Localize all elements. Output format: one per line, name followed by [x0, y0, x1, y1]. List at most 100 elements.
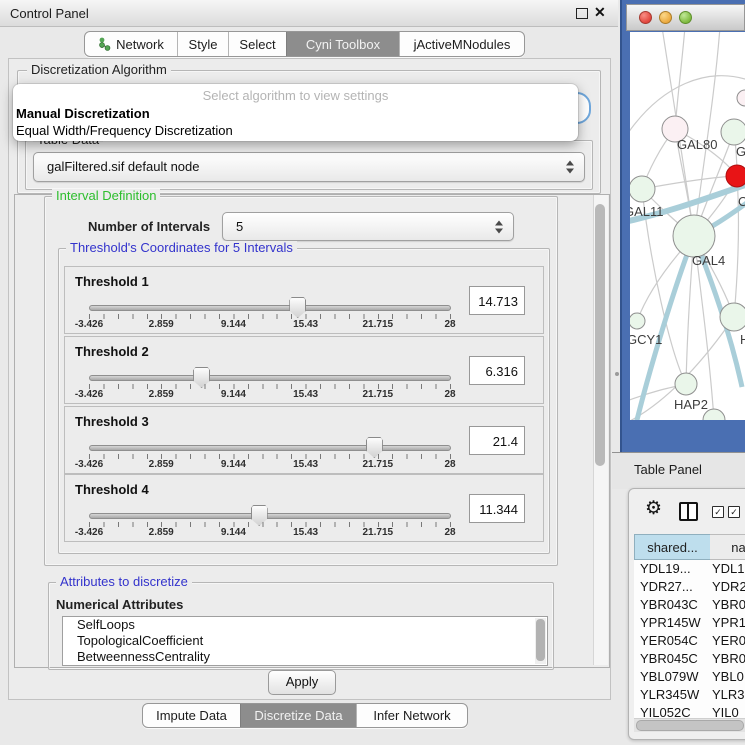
table-cell: YBR045C	[640, 650, 698, 668]
table-row[interactable]: YER054CYER0	[634, 632, 745, 650]
network-edge[interactable]	[675, 32, 685, 129]
table-cell: YBR0	[712, 650, 745, 668]
tab-network[interactable]: Network	[85, 32, 177, 56]
bottom-tab-bar: Impute Data Discretize Data Infer Networ…	[142, 703, 468, 728]
network-node-label: GCY1	[630, 332, 662, 347]
table-row[interactable]: YIL052CYIL0	[634, 704, 745, 718]
threshold-4-value-field[interactable]: 11.344	[469, 494, 525, 523]
mac-close-button[interactable]	[639, 11, 652, 24]
table-cell: YDL1	[712, 560, 745, 578]
table-row[interactable]: YPR145WYPR1	[634, 614, 745, 632]
tab-infer-network[interactable]: Infer Network	[356, 704, 467, 727]
network-node[interactable]	[721, 119, 745, 145]
slider-tick-label: -3.426	[75, 527, 103, 538]
network-canvas[interactable]: GAL80GACGAL11GAL4GCY1HHAP2	[630, 32, 745, 420]
threshold-1-value-field[interactable]: 14.713	[469, 286, 525, 315]
panel-divider-handle[interactable]	[615, 372, 619, 376]
tab-select[interactable]: Select	[228, 32, 286, 56]
tab-style-label: Style	[189, 37, 218, 52]
network-node[interactable]	[630, 313, 645, 329]
network-node[interactable]	[673, 215, 715, 257]
tab-impute-data[interactable]: Impute Data	[143, 704, 240, 727]
table-row[interactable]: YBR043CYBR0	[634, 596, 745, 614]
num-intervals-label: Number of Intervals	[88, 219, 210, 234]
slider-tick-label: 9.144	[221, 319, 246, 330]
slider-tick-label: 15.43	[293, 459, 318, 470]
table-row[interactable]: YDR27...YDR2	[634, 578, 745, 596]
control-panel-title: Control Panel	[10, 6, 89, 21]
slider-tick-label: 21.715	[363, 389, 394, 400]
threshold-1-slider-track[interactable]	[89, 305, 451, 311]
network-node[interactable]	[630, 176, 655, 202]
slider-tick-label: 15.43	[293, 389, 318, 400]
table-panel-title: Table Panel	[634, 462, 702, 477]
threshold-2-panel: Threshold 2 -3.4262.8599.14415.4321.7152…	[64, 336, 544, 404]
slider-tick-label: 2.859	[149, 389, 174, 400]
network-node[interactable]	[675, 373, 697, 395]
num-intervals-value: 5	[236, 219, 243, 234]
slider-tick-label: 21.715	[363, 459, 394, 470]
mac-zoom-button[interactable]	[679, 11, 692, 24]
tab-infer-network-label: Infer Network	[373, 708, 450, 723]
app-root: Control Panel ✕ Network Style Select Cyn…	[0, 0, 745, 745]
threshold-4-tick-labels: -3.4262.8599.14415.4321.71528	[89, 527, 450, 539]
tab-discretize-data[interactable]: Discretize Data	[240, 704, 356, 727]
list-scrollbar-track[interactable]	[535, 618, 546, 664]
tab-select-label: Select	[239, 37, 275, 52]
attribute-item[interactable]: TopologicalCoefficient	[63, 633, 547, 649]
gear-icon[interactable]: ⚙	[645, 499, 662, 518]
threshold-3-slider-track[interactable]	[89, 445, 451, 451]
network-edge[interactable]	[694, 32, 720, 236]
threshold-2-value-field[interactable]: 6.316	[469, 356, 525, 385]
checkbox-icon[interactable]: ✓	[728, 506, 740, 518]
threshold-4-slider-track[interactable]	[89, 513, 451, 519]
dropdown-prompt-item[interactable]: Select algorithm to view settings	[13, 88, 578, 103]
dropdown-option-equal-width-frequency[interactable]: Equal Width/Frequency Discretization	[16, 123, 233, 138]
network-node-label: GA	[736, 144, 745, 159]
network-edge[interactable]	[642, 176, 737, 189]
column-header-shared-name[interactable]: shared...	[634, 534, 711, 560]
combo-spinner-icon	[566, 161, 574, 174]
threshold-2-slider-track[interactable]	[89, 375, 451, 381]
vertical-scrollbar-thumb[interactable]	[595, 204, 605, 466]
numerical-attributes-list[interactable]: SelfLoops TopologicalCoefficient Between…	[62, 616, 548, 666]
thresholds-group-title: Threshold's Coordinates for 5 Intervals	[66, 241, 297, 254]
network-node[interactable]	[726, 165, 745, 187]
horizontal-scrollbar-thumb[interactable]	[636, 720, 744, 731]
threshold-3-value-field[interactable]: 21.4	[469, 426, 525, 455]
table-data-combobox[interactable]: galFiltered.sif default node	[33, 152, 585, 182]
column-header-name[interactable]: name	[710, 534, 745, 560]
close-icon[interactable]: ✕	[594, 4, 606, 21]
attribute-item[interactable]: SelfLoops	[63, 617, 547, 633]
slider-tick-label: 15.43	[293, 527, 318, 538]
tab-jactivemnodules[interactable]: jActiveMNodules	[399, 32, 524, 56]
threshold-1-panel: Threshold 1 -3.4262.8599.14415.4321.7152…	[64, 266, 544, 334]
tab-cyni-toolbox-label: Cyni Toolbox	[306, 37, 380, 52]
network-node-label: GAL11	[630, 204, 664, 219]
slider-tick-label: 21.715	[363, 527, 394, 538]
attribute-item[interactable]: BetweennessCentrality	[63, 649, 547, 665]
table-row[interactable]: YDL19...YDL1	[634, 560, 745, 578]
discretization-algorithm-group-title: Discretization Algorithm	[27, 63, 171, 76]
network-node[interactable]	[720, 303, 745, 331]
mac-minimize-button[interactable]	[659, 11, 672, 24]
tab-cyni-toolbox[interactable]: Cyni Toolbox	[286, 32, 399, 56]
list-scrollbar-thumb[interactable]	[536, 619, 545, 661]
num-intervals-combobox[interactable]: 5	[222, 212, 514, 241]
checkbox-icon[interactable]: ✓	[712, 506, 724, 518]
tab-style[interactable]: Style	[177, 32, 228, 56]
table-row[interactable]: YBR045C YBR0	[634, 650, 745, 668]
apply-button[interactable]: Apply	[268, 670, 336, 695]
slider-tick-label: 9.144	[221, 459, 246, 470]
network-node[interactable]	[737, 90, 745, 106]
combo-spinner-icon	[495, 220, 503, 233]
float-window-icon[interactable]	[576, 8, 588, 19]
table-row[interactable]: YLR345WYLR3	[634, 686, 745, 704]
table-row[interactable]: YBL079WYBL0	[634, 668, 745, 686]
split-columns-icon[interactable]	[679, 502, 698, 521]
network-node-label: HAP2	[674, 397, 708, 412]
network-node-label: GAL80	[677, 137, 717, 152]
dropdown-option-manual-discretization[interactable]: Manual Discretization	[16, 106, 150, 121]
table-data-selected-value: galFiltered.sif default node	[47, 159, 199, 174]
slider-tick-label: -3.426	[75, 459, 103, 470]
